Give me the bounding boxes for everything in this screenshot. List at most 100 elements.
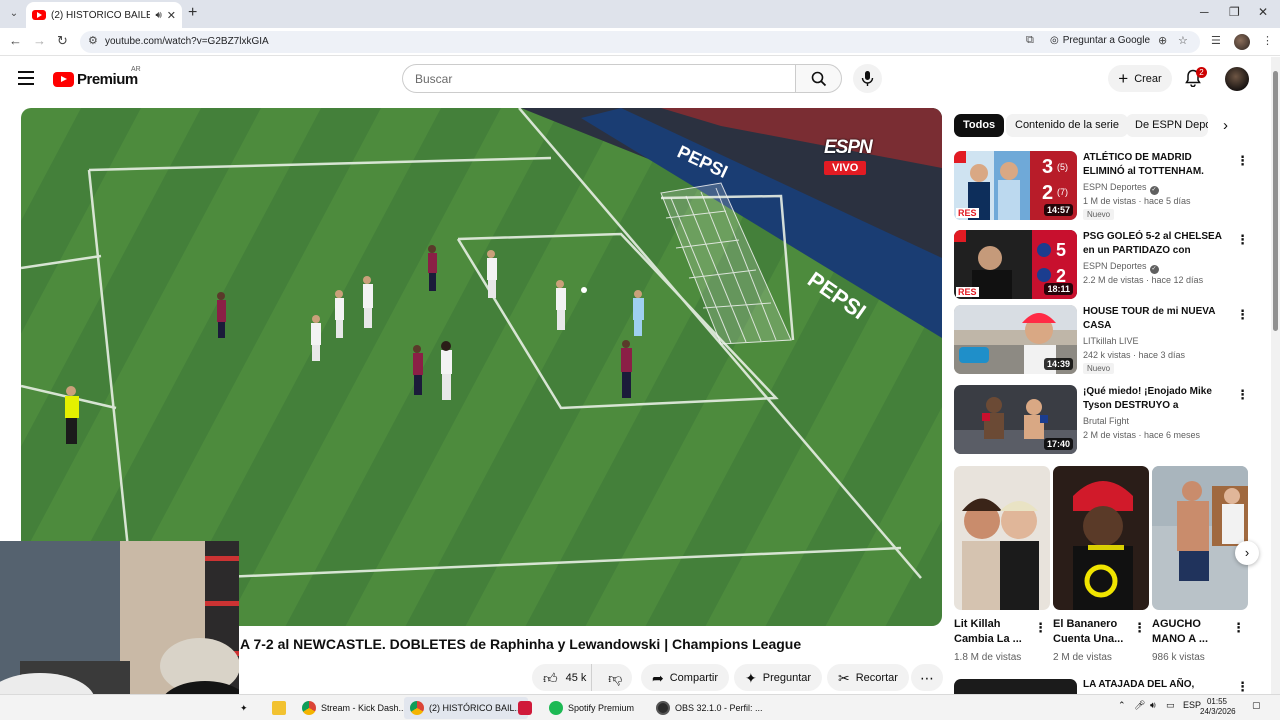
restore-icon[interactable]: ❐ [1229,5,1240,19]
chevron-right-icon[interactable]: › [1223,117,1228,134]
channel-name[interactable]: Brutal Fight [1083,416,1129,426]
short-title[interactable]: AGUCHO MANO A ... [1152,617,1232,647]
taskbar-app-label: OBS 32.1.0 - Perfil: ... [675,703,763,713]
video-meta: 2.2 M de vistas · hace 12 días [1083,275,1204,285]
recommendation-title[interactable]: LA ATAJADA DEL AÑO, [1083,679,1194,690]
reading-list-icon[interactable]: ☰ [1211,34,1221,47]
browser-tab[interactable]: (2) HISTÓRICO BAILE de BA 🔊︎ ✕ [26,2,182,28]
ask-google-label: Preguntar a Google [1062,35,1151,46]
recommendation-item[interactable]: 14:39 HOUSE TOUR de mi NUEVA CASA LITkil… [954,305,1254,375]
microphone-tray-icon[interactable]: 🎤︎ [1134,700,1145,711]
more-actions-button[interactable]: ⋯ [911,664,943,691]
short-thumbnail[interactable] [1152,466,1248,610]
recommendation-title[interactable]: PSG GOLEÓ 5-2 al CHELSEA en un PARTIDAZO… [1083,230,1225,258]
ask-button[interactable]: ✦ Preguntar [734,664,823,691]
like-button[interactable]: 👍︎ 45 k [532,664,593,691]
chip-all[interactable]: Todos [954,114,1005,137]
short-title[interactable]: El Bananero Cuenta Una... [1053,617,1133,647]
channel-name[interactable]: LITkillah LIVE [1083,336,1139,346]
new-tab-icon[interactable]: + [188,5,197,21]
close-window-icon[interactable]: ✕ [1258,5,1268,19]
cast-icon[interactable]: ⧉ [1026,34,1034,47]
video-thumbnail[interactable]: 52 RES 18:11 [954,230,1077,299]
more-vertical-icon[interactable]: ⋮ [1236,232,1249,248]
recommendation-title[interactable]: HOUSE TOUR de mi NUEVA CASA [1083,305,1225,333]
share-label: Compartir [669,671,719,684]
site-info-icon[interactable]: ⚙︎ [88,34,98,47]
profile-avatar[interactable] [1234,34,1250,50]
video-thumbnail[interactable]: 3 2 (5) (7) RES 14:57 [954,151,1077,220]
taskbar-app-obs[interactable]: OBS 32.1.0 - Perfil: ... [650,697,769,719]
chip-from-espn[interactable]: De ESPN Deport [1126,114,1208,137]
back-icon[interactable]: ← [9,33,22,48]
battery-icon[interactable]: ▭ [1166,700,1175,711]
recommendation-title[interactable]: ¡Qué miedo! ¡Enojado Mike Tyson DESTRUYO… [1083,385,1225,413]
taskbar-app-chrome-stream[interactable]: Stream - Kick Dash... [296,697,412,719]
search-button[interactable] [795,64,842,93]
taskbar-app-spotify[interactable]: Spotify Premium [543,697,640,719]
region-code: AR [131,66,141,73]
recommendation-item[interactable]: 3 2 (5) (7) RES 14:57 ATLÉTICO DE MADRID EL… [954,151,1254,221]
forward-icon[interactable]: → [33,33,46,48]
share-button[interactable]: ➦ Compartir [641,664,730,691]
file-explorer-icon[interactable] [266,697,292,719]
lens-icon: ◎ [1050,35,1059,46]
clip-button[interactable]: ✂ Recortar [827,664,909,691]
vivaldi-icon[interactable] [512,697,538,719]
volume-icon[interactable]: 🔊︎ [1150,700,1156,711]
taskbar-app-label: Stream - Kick Dash... [321,703,407,713]
shorts-next-button[interactable]: › [1235,541,1259,565]
more-vertical-icon[interactable]: ⋮ [1232,620,1245,636]
minimize-icon[interactable]: ─ [1200,5,1209,19]
system-clock[interactable]: 01:55 24/3/2026 [1200,697,1236,717]
language-indicator[interactable]: ESP [1183,700,1201,710]
zoom-icon[interactable]: ⊕ [1158,34,1167,47]
page-scrollbar[interactable] [1271,57,1280,694]
ask-google-button[interactable]: ◎ Preguntar a Google [1050,35,1150,46]
short-thumbnail[interactable] [954,466,1050,610]
channel-name[interactable]: ESPN Deportes ✓ [1083,261,1159,274]
more-vertical-icon[interactable]: ⋮ [1236,387,1249,403]
video-meta: 2 M de vistas · hace 6 meses [1083,430,1201,440]
browser-tabstrip: ⌄ (2) HISTÓRICO BAILE de BA 🔊︎ ✕ + ─ ❐ ✕ [0,0,1280,28]
more-vertical-icon[interactable]: ⋮ [1034,620,1047,636]
address-bar[interactable]: ⚙︎ youtube.com/watch?v=G2BZ7lxkGIA ⧉ ◎ P… [80,31,1200,53]
more-vertical-icon[interactable]: ⋮ [1236,307,1249,323]
short-thumbnail[interactable] [1053,466,1149,610]
video-thumbnail[interactable]: 14:39 [954,305,1077,374]
tray-expand-icon[interactable]: ⌃ [1118,700,1126,711]
tab-search-icon[interactable]: ⌄ [6,6,22,22]
short-item[interactable]: El Bananero Cuenta Una... 2 M de vistas … [1053,466,1149,663]
browser-menu-icon[interactable]: ⋮ [1262,34,1273,47]
short-item[interactable]: Lit Killah Cambia La ... 1.8 M de vistas… [954,466,1050,663]
thumbnail-text: RES [956,208,979,218]
account-avatar[interactable] [1225,67,1249,91]
search-input[interactable] [402,64,796,93]
youtube-premium-logo[interactable]: Premium AR [53,66,141,88]
short-item[interactable]: AGUCHO MANO A ... 986 k vistas ⋮ [1152,466,1248,663]
taskbar-app-chrome-youtube[interactable]: (2) HISTÓRICO BAIL... [404,697,529,719]
menu-icon[interactable] [18,71,34,85]
notifications-tray-icon[interactable]: ▢ [1252,700,1261,711]
dislike-button[interactable]: 👎︎ [598,664,632,691]
more-vertical-icon[interactable]: ⋮ [1133,620,1146,636]
start-sparkle-icon[interactable]: ✦ [234,697,254,719]
recommendation-title[interactable]: ATLÉTICO DE MADRID ELIMINÓ al TOTTENHAM.… [1083,151,1225,179]
close-tab-icon[interactable]: ✕ [167,9,176,22]
create-button[interactable]: + Crear [1108,65,1172,92]
shorts-shelf: Lit Killah Cambia La ... 1.8 M de vistas… [954,466,1254,666]
speaker-icon[interactable]: 🔊︎ [155,10,161,21]
video-thumbnail[interactable]: 17:40 [954,385,1077,454]
reload-icon[interactable]: ↻ [57,33,68,49]
bookmark-star-icon[interactable]: ☆ [1178,34,1188,47]
recommendation-item[interactable]: 52 RES 18:11 PSG GOLEÓ 5-2 al CHELSEA en… [954,230,1254,300]
recommendation-item[interactable]: 17:40 ¡Qué miedo! ¡Enojado Mike Tyson DE… [954,385,1254,455]
chip-series-content[interactable]: Contenido de la serie [1006,114,1128,137]
clock-date: 24/3/2026 [1200,707,1236,716]
more-vertical-icon[interactable]: ⋮ [1236,153,1249,169]
scrollbar-thumb[interactable] [1273,71,1278,331]
more-vertical-icon[interactable]: ⋮ [1236,679,1249,695]
voice-search-button[interactable] [853,64,882,93]
short-title[interactable]: Lit Killah Cambia La ... [954,617,1034,647]
channel-name[interactable]: ESPN Deportes ✓ [1083,182,1159,195]
